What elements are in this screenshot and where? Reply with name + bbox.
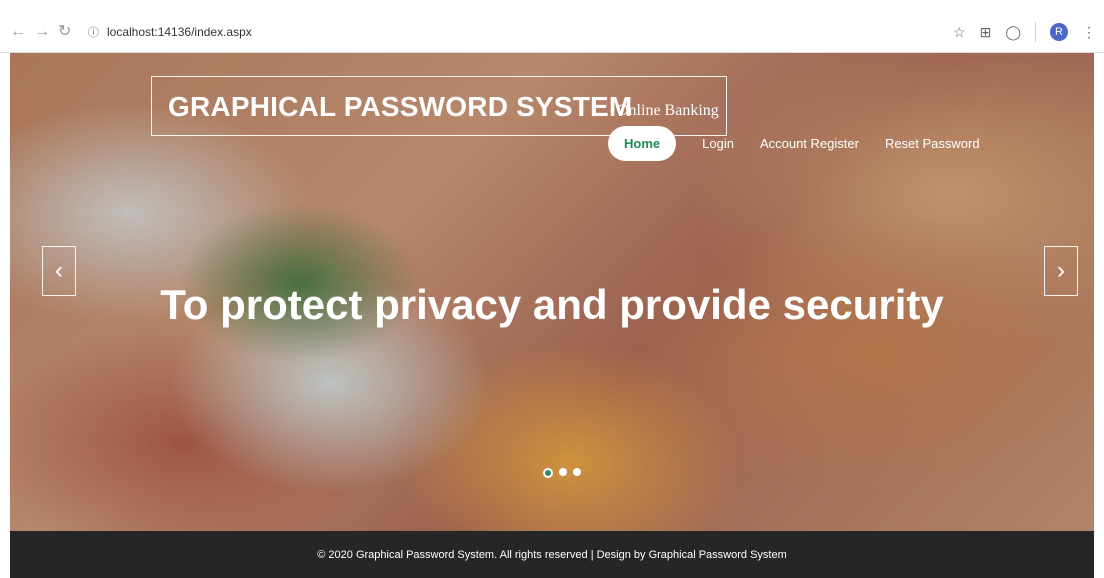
carousel-indicators: [543, 468, 581, 478]
info-icon[interactable]: ⓘ: [88, 24, 99, 40]
toolbar-separator: [1035, 22, 1036, 42]
bookmark-star-icon[interactable]: ☆: [953, 24, 966, 41]
hero-carousel: GRAPHICAL PASSWORD SYSTEM Online Banking…: [10, 53, 1094, 531]
footer-copyright: © 2020 Graphical Password System. All ri…: [317, 548, 787, 561]
brand-title: GRAPHICAL PASSWORD SYSTEM: [168, 91, 633, 122]
nav-login[interactable]: Login: [702, 136, 734, 151]
carousel-dot-2[interactable]: [559, 468, 567, 476]
carousel-dot-3[interactable]: [573, 468, 581, 476]
nav-account-register[interactable]: Account Register: [760, 136, 859, 151]
back-arrow-icon[interactable]: ←: [10, 24, 26, 40]
reload-icon[interactable]: ↻: [58, 24, 71, 40]
menu-kebab-icon[interactable]: ⋮: [1082, 24, 1096, 41]
extension-icon[interactable]: ⊞: [980, 24, 992, 41]
nav-reset-password[interactable]: Reset Password: [885, 136, 980, 151]
main-nav: Home Login Account Register Reset Passwo…: [608, 126, 980, 161]
nav-home[interactable]: Home: [608, 126, 677, 161]
url-text: localhost:14136/index.aspx: [107, 25, 252, 39]
toolbar-icons: ☆ ⊞ ◯ R ⋮: [953, 22, 1096, 42]
brand-subtitle: Online Banking: [617, 102, 719, 119]
site-footer: © 2020 Graphical Password System. All ri…: [10, 531, 1094, 578]
browser-chrome: ← → ↻ ⓘ localhost:14136/index.aspx ☆ ⊞ ◯…: [0, 0, 1104, 53]
extension-icon-2[interactable]: ◯: [1005, 24, 1021, 41]
address-bar[interactable]: ⓘ localhost:14136/index.aspx: [88, 19, 968, 45]
forward-arrow-icon[interactable]: →: [34, 24, 50, 40]
carousel-dot-1[interactable]: [543, 468, 553, 478]
profile-avatar[interactable]: R: [1050, 23, 1068, 41]
hero-heading: To protect privacy and provide security: [160, 281, 944, 328]
